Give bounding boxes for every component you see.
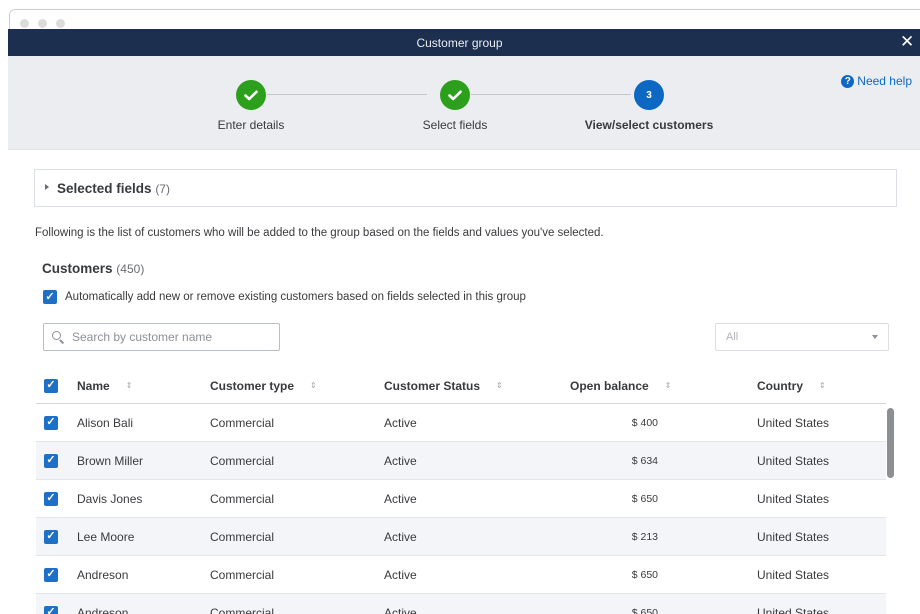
cell-country: United States (757, 415, 830, 430)
cell-customer-type: Commercial (210, 567, 275, 582)
checkmark-icon (236, 80, 266, 110)
sort-icon[interactable]: ⇕ (310, 381, 318, 390)
auto-update-label: Automatically add new or remove existing… (65, 291, 526, 303)
close-icon[interactable]: ✕ (900, 32, 914, 52)
table-row[interactable]: ✓ Brown Miller Commercial Active $ 634 U… (36, 442, 886, 480)
row-checkbox[interactable]: ✓ (44, 404, 58, 441)
cell-name: Lee Moore (77, 529, 135, 544)
column-header-customer-type[interactable]: Customer type ⇕ (210, 368, 318, 403)
customers-table: ✓ Name ⇕ Customer type ⇕ Customer Status ⇕ … (36, 368, 886, 614)
table-scrollbar[interactable] (887, 408, 894, 478)
cell-country: United States (757, 605, 830, 614)
row-checkbox[interactable]: ✓ (44, 594, 58, 614)
cell-name: Alison Bali (77, 415, 134, 430)
cell-open-balance: $ 213 (631, 530, 658, 543)
search-input[interactable] (72, 330, 262, 344)
cell-customer-type: Commercial (210, 529, 275, 544)
cell-open-balance: $ 400 (631, 416, 658, 429)
cell-name: Davis Jones (77, 491, 143, 506)
cell-customer-status: Active (384, 567, 417, 582)
select-all-checkbox[interactable]: ✓ (44, 368, 58, 403)
selected-fields-count: (7) (155, 182, 170, 196)
filter-value: All (726, 331, 739, 343)
table-row[interactable]: ✓ Andreson Commercial Active $ 650 Unite… (36, 556, 886, 594)
cell-open-balance: $ 634 (631, 454, 658, 467)
selected-fields-title: Selected fields (7) (57, 181, 170, 196)
cell-country: United States (757, 491, 830, 506)
need-help-link[interactable]: ? Need help (841, 74, 912, 88)
search-icon (52, 331, 65, 344)
window-maximize-dot[interactable] (56, 19, 65, 28)
intro-text: Following is the list of customers who w… (35, 227, 604, 239)
cell-country: United States (757, 529, 830, 544)
cell-name: Andreson (77, 605, 129, 614)
selected-fields-accordion[interactable]: Selected fields (7) (34, 169, 897, 207)
column-header-country[interactable]: Country ⇕ (757, 368, 827, 403)
cell-customer-status: Active (384, 491, 417, 506)
cell-name: Andreson (77, 567, 129, 582)
step-enter-details[interactable]: Enter details (171, 80, 331, 132)
step-label: View/select customers (584, 118, 714, 132)
step-label: Select fields (422, 118, 488, 132)
cell-customer-status: Active (384, 453, 417, 468)
cell-customer-type: Commercial (210, 415, 275, 430)
auto-update-checkbox[interactable]: ✓ (43, 290, 57, 304)
table-row[interactable]: ✓ Andreson Commercial Active $ 650 Unite… (36, 594, 886, 614)
help-icon: ? (841, 74, 855, 88)
sort-icon[interactable]: ⇕ (819, 381, 827, 390)
cell-customer-type: Commercial (210, 605, 275, 614)
table-row[interactable]: ✓ Lee Moore Commercial Active $ 213 Unit… (36, 518, 886, 556)
chevron-down-icon (872, 335, 878, 339)
table-row[interactable]: ✓ Alison Bali Commercial Active $ 400 Un… (36, 404, 886, 442)
dialog-title: Customer group (416, 36, 503, 50)
caret-right-icon (45, 184, 49, 190)
auto-update-option[interactable]: ✓ Automatically add new or remove existi… (43, 290, 526, 304)
table-header: ✓ Name ⇕ Customer type ⇕ Customer Status ⇕ … (36, 368, 886, 404)
need-help-label: Need help (857, 74, 912, 88)
sort-icon[interactable]: ⇕ (496, 381, 504, 390)
cell-open-balance: $ 650 (631, 606, 658, 614)
search-box[interactable] (43, 323, 280, 351)
row-checkbox[interactable]: ✓ (44, 556, 58, 593)
cell-open-balance: $ 650 (631, 492, 658, 505)
cell-open-balance: $ 650 (631, 568, 658, 581)
row-checkbox[interactable]: ✓ (44, 480, 58, 517)
stepper: Enter details Select fields 3 View/selec… (8, 56, 920, 150)
customers-count: (450) (116, 262, 145, 276)
main-content: Selected fields (7) Following is the lis… (8, 150, 908, 614)
cell-name: Brown Miller (77, 453, 144, 468)
filter-dropdown[interactable]: All (715, 323, 889, 351)
step-view-select-customers[interactable]: 3 View/select customers (569, 80, 729, 132)
dialog-titlebar: Customer group ✕ (8, 29, 920, 56)
cell-customer-status: Active (384, 529, 417, 544)
cell-customer-type: Commercial (210, 491, 275, 506)
sort-icon[interactable]: ⇕ (665, 381, 673, 390)
cell-customer-status: Active (384, 415, 417, 430)
checkmark-icon (440, 80, 470, 110)
customers-heading: Customers (450) (42, 261, 145, 276)
cell-country: United States (757, 567, 830, 582)
sort-icon[interactable]: ⇕ (126, 381, 134, 390)
row-checkbox[interactable]: ✓ (44, 442, 58, 479)
step-select-fields[interactable]: Select fields (375, 80, 535, 132)
cell-country: United States (757, 453, 830, 468)
column-header-name[interactable]: Name ⇕ (77, 368, 134, 403)
column-header-open-balance[interactable]: Open balance ⇕ (570, 368, 700, 403)
row-checkbox[interactable]: ✓ (44, 518, 58, 555)
cell-customer-status: Active (384, 605, 417, 614)
column-header-customer-status[interactable]: Customer Status ⇕ (384, 368, 504, 403)
step-label: Enter details (217, 118, 285, 132)
window-close-dot[interactable] (20, 19, 29, 28)
cell-customer-type: Commercial (210, 453, 275, 468)
step-number: 3 (634, 80, 664, 110)
window-minimize-dot[interactable] (38, 19, 47, 28)
table-row[interactable]: ✓ Davis Jones Commercial Active $ 650 Un… (36, 480, 886, 518)
